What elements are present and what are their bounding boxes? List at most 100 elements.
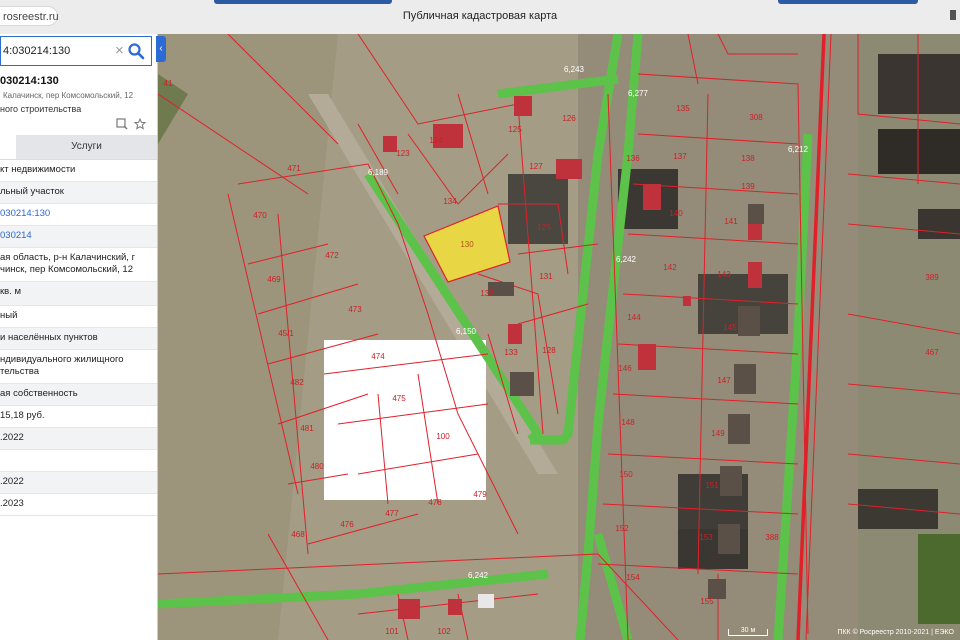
- parcel-label[interactable]: 45/1: [278, 329, 294, 338]
- road-label: 6,212: [788, 145, 809, 154]
- parcel-label[interactable]: 142: [663, 263, 677, 272]
- tab-object-info[interactable]: [0, 135, 16, 159]
- parcel-label[interactable]: 126: [562, 114, 576, 123]
- parcel-label[interactable]: 155: [700, 597, 714, 606]
- search-icon[interactable]: [127, 42, 145, 60]
- bookmark-icon[interactable]: [950, 10, 956, 20]
- map-attribution: ПКК © Росреестр 2010-2021 | ЕЭКО: [837, 629, 954, 636]
- parcel-label[interactable]: 478: [428, 498, 442, 507]
- window-title: Публичная кадастровая карта: [402, 10, 558, 22]
- attribute-row-link[interactable]: 030214: [0, 226, 157, 248]
- attribute-row: .2023: [0, 494, 157, 516]
- parcel-label[interactable]: 469: [267, 275, 281, 284]
- parcel-label[interactable]: 123: [396, 149, 410, 158]
- parcel-label[interactable]: 141: [724, 217, 738, 226]
- parcel-label[interactable]: 139: [741, 182, 755, 191]
- attribute-row: ая собственность: [0, 384, 157, 406]
- parcel-label[interactable]: 132: [480, 289, 494, 298]
- attribute-row-link[interactable]: 030214:130: [0, 204, 157, 226]
- parcel-label[interactable]: 147: [717, 376, 731, 385]
- parcel-label[interactable]: 154: [626, 573, 640, 582]
- parcel-label[interactable]: 479: [473, 490, 487, 499]
- parcel-label[interactable]: 102: [437, 627, 451, 636]
- attribute-row: .2022: [0, 472, 157, 494]
- attribute-row: .2022: [0, 428, 157, 450]
- attribute-row: и населённых пунктов: [0, 328, 157, 350]
- browser-tab-left[interactable]: [214, 0, 392, 4]
- parcel-label[interactable]: 136: [626, 154, 640, 163]
- parcel-label[interactable]: 470: [253, 211, 267, 220]
- parcel-label[interactable]: 135: [676, 104, 690, 113]
- parcel-label[interactable]: 476: [340, 520, 354, 529]
- parcel-label[interactable]: 131: [539, 272, 553, 281]
- parcel-label[interactable]: 101: [385, 627, 399, 636]
- panel-tabs: Услуги: [0, 135, 157, 160]
- parcel-label[interactable]: 389: [925, 273, 939, 282]
- parcel-label[interactable]: 480: [310, 462, 324, 471]
- attribute-row: 15,18 руб.: [0, 406, 157, 428]
- object-address: Калачинск, пер Комсомольский, 12: [3, 91, 134, 100]
- clear-icon[interactable]: ×: [115, 42, 124, 60]
- parcel-label[interactable]: 145: [723, 323, 737, 332]
- road-label: 6,243: [564, 65, 585, 74]
- favorite-star-icon[interactable]: [134, 118, 146, 130]
- map-view[interactable]: 41 130 123 124 125 126 127 129 131 132 1…: [158, 34, 960, 640]
- parcel-label[interactable]: 128: [542, 346, 556, 355]
- parcel-label[interactable]: 482: [290, 378, 304, 387]
- parcel-label[interactable]: 388: [765, 533, 779, 542]
- road-label: 6,150: [456, 327, 477, 336]
- attribute-row: кв. м: [0, 282, 157, 306]
- parcel-label[interactable]: 475: [392, 394, 406, 403]
- tab-services[interactable]: Услуги: [16, 135, 157, 159]
- parcel-label[interactable]: 152: [615, 524, 629, 533]
- collapse-panel-icon[interactable]: ‹: [156, 36, 166, 62]
- parcel-label[interactable]: 41: [164, 79, 173, 88]
- zoom-to-object-icon[interactable]: [116, 118, 128, 130]
- parcel-label[interactable]: 137: [673, 152, 687, 161]
- parcel-label[interactable]: 481: [300, 424, 314, 433]
- parcel-label[interactable]: 474: [371, 352, 385, 361]
- parcel-label[interactable]: 151: [705, 481, 719, 490]
- parcel-label[interactable]: 150: [619, 470, 633, 479]
- parcel-label[interactable]: 468: [291, 530, 305, 539]
- browser-toolbar: rosreestr.ru Публичная кадастровая карта: [0, 0, 960, 35]
- search-input[interactable]: [1, 37, 111, 65]
- object-purpose: ного строительства: [0, 104, 82, 114]
- road-label: 6,242: [468, 571, 489, 580]
- parcel-label[interactable]: 153: [699, 533, 713, 542]
- parcel-label[interactable]: 127: [529, 162, 543, 171]
- parcel-label-selected[interactable]: 130: [460, 240, 474, 249]
- search-box: ×: [0, 36, 152, 66]
- attribute-row: ая область, р-н Калачинский, г чинск, пе…: [0, 248, 157, 282]
- parcel-label[interactable]: 467: [925, 348, 939, 357]
- attribute-row: кт недвижимости: [0, 160, 157, 182]
- parcel-label[interactable]: 100: [436, 432, 450, 441]
- parcel-label[interactable]: 146: [618, 364, 632, 373]
- parcel-label[interactable]: 125: [508, 125, 522, 134]
- map-scale-bar: 30 м: [728, 627, 768, 636]
- road-label: 6,277: [628, 89, 649, 98]
- parcel-label[interactable]: 148: [621, 418, 635, 427]
- parcel-label[interactable]: 472: [325, 251, 339, 260]
- parcel-label[interactable]: 138: [741, 154, 755, 163]
- parcel-label[interactable]: 473: [348, 305, 362, 314]
- parcel-label[interactable]: 140: [669, 209, 683, 218]
- parcel-label[interactable]: 471: [287, 164, 301, 173]
- parcel-labels-layer: 41 130 123 124 125 126 127 129 131 132 1…: [164, 65, 940, 636]
- road-label: 6,189: [368, 168, 389, 177]
- attribute-row: ный: [0, 306, 157, 328]
- browser-tab-right[interactable]: [778, 0, 918, 4]
- attribute-row: ндивидуального жилищного тельства: [0, 350, 157, 384]
- parcel-label[interactable]: 134: [443, 197, 457, 206]
- parcel-label[interactable]: 143: [717, 270, 731, 279]
- parcel-label[interactable]: 144: [627, 313, 641, 322]
- attribute-row: [0, 450, 157, 472]
- parcel-label[interactable]: 149: [711, 429, 725, 438]
- parcel-label[interactable]: 477: [385, 509, 399, 518]
- parcel-label[interactable]: 133: [504, 348, 518, 357]
- parcel-label[interactable]: 129: [537, 223, 551, 232]
- parcel-label[interactable]: 308: [749, 113, 763, 122]
- attribute-row: льный участок: [0, 182, 157, 204]
- road-label: 6,242: [616, 255, 637, 264]
- parcel-label[interactable]: 124: [429, 136, 443, 145]
